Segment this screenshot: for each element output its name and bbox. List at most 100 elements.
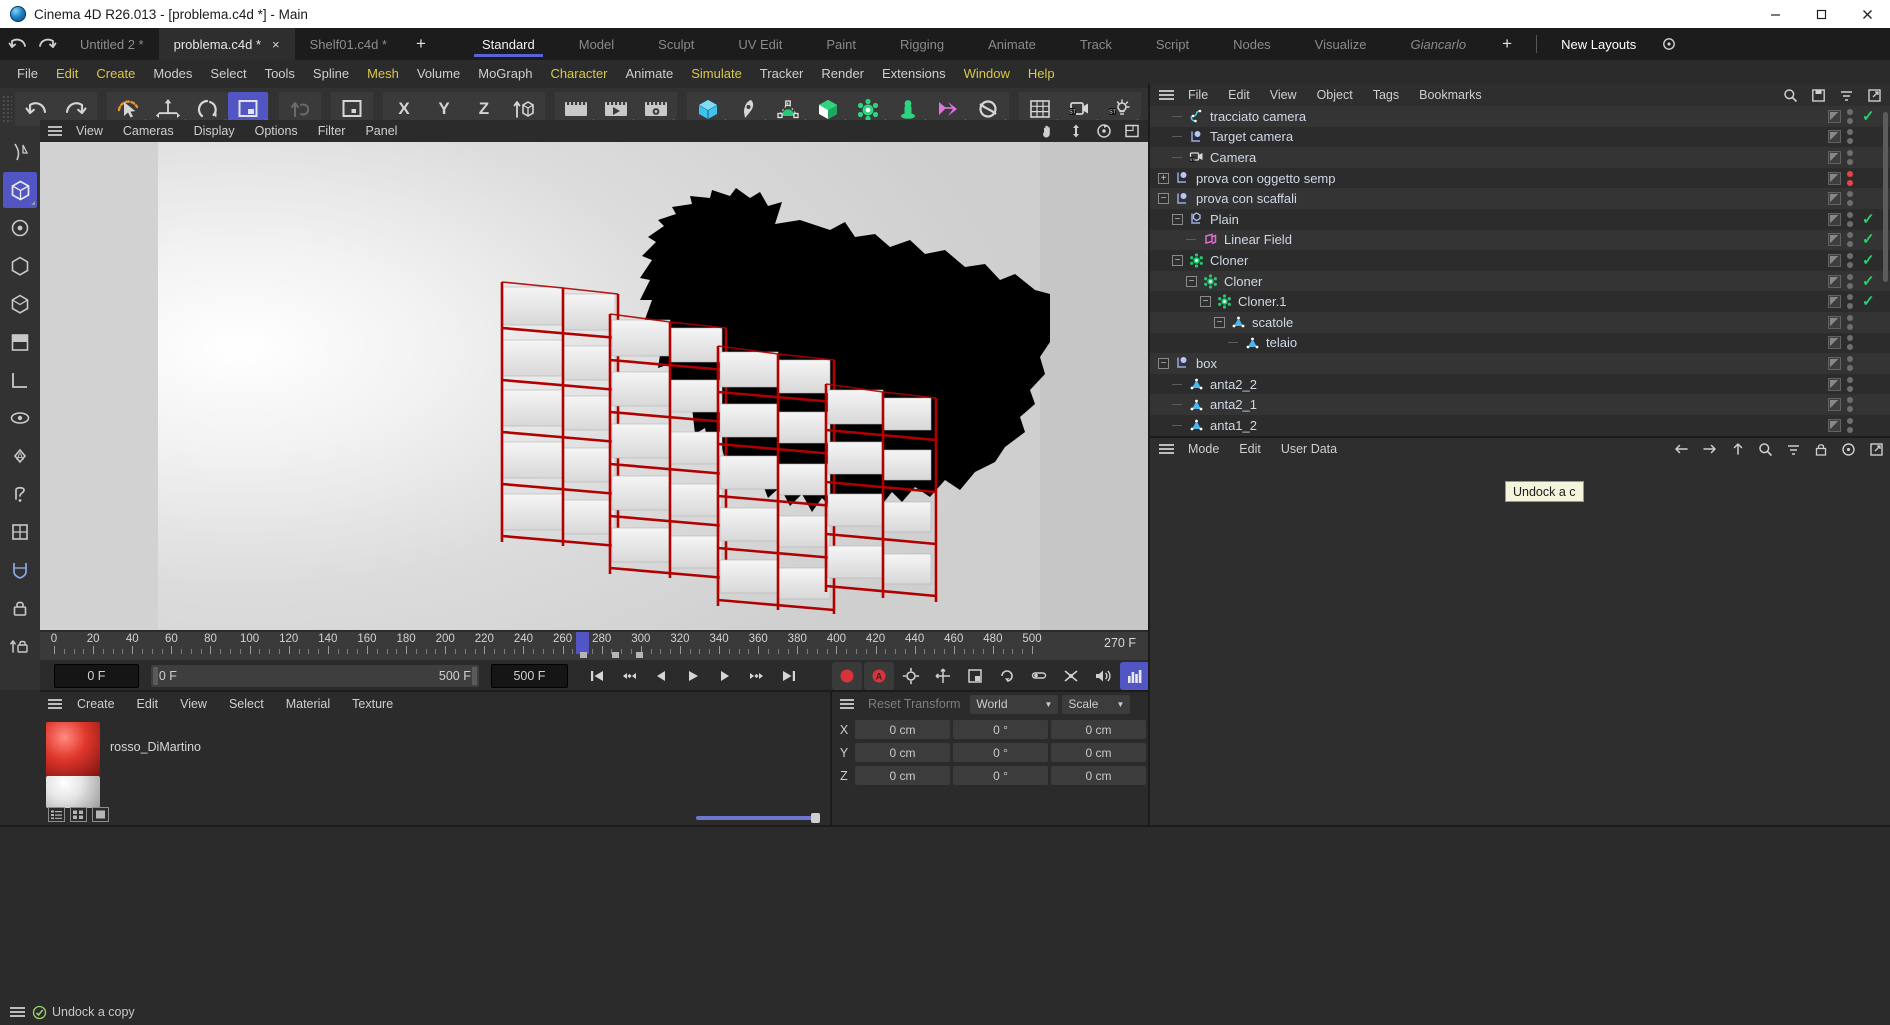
edge-mode-button[interactable]	[3, 286, 37, 322]
object-name[interactable]: tracciato camera	[1210, 109, 1306, 124]
edit-tag-icon[interactable]	[1828, 336, 1841, 350]
material-menu-material[interactable]: Material	[275, 697, 341, 711]
object-name[interactable]: Cloner.1	[1238, 294, 1286, 309]
filter-icon[interactable]	[1839, 88, 1854, 103]
menu-mesh[interactable]: Mesh	[358, 60, 408, 88]
enabled-checkmark-icon[interactable]: ✓	[1862, 232, 1878, 247]
annotation-button[interactable]	[3, 476, 37, 512]
object-menu-bookmarks[interactable]: Bookmarks	[1409, 88, 1492, 102]
expand-collapse-toggle[interactable]: −	[1172, 254, 1183, 266]
rotation-key-button[interactable]	[992, 662, 1022, 690]
render-visibility-dot[interactable]	[1847, 158, 1853, 165]
back-arrow-icon[interactable]	[1673, 442, 1689, 456]
layout-options-icon[interactable]	[1650, 28, 1688, 60]
previous-keyframe-button[interactable]	[614, 662, 644, 690]
layout-tab-rigging[interactable]: Rigging	[878, 28, 966, 60]
layout-tab-paint[interactable]: Paint	[804, 28, 878, 60]
render-visibility-dot[interactable]	[1847, 261, 1853, 268]
render-visibility-dot[interactable]	[1847, 241, 1853, 248]
editor-visibility-dot[interactable]	[1847, 232, 1853, 239]
menu-render[interactable]: Render	[812, 60, 873, 88]
large-preview-icon[interactable]	[92, 806, 109, 822]
viewport-menu-cameras[interactable]: Cameras	[113, 124, 184, 138]
menu-create[interactable]: Create	[87, 60, 144, 88]
go-to-start-button[interactable]	[582, 662, 612, 690]
render-visibility-dot[interactable]	[1847, 138, 1853, 145]
material-menu-view[interactable]: View	[169, 697, 218, 711]
material-menu-icon[interactable]	[40, 699, 66, 709]
expand-icon[interactable]	[1867, 88, 1882, 103]
position-x-field[interactable]: 0 cm	[855, 720, 950, 739]
list-view-icon[interactable]	[48, 806, 65, 822]
preview-range-slider[interactable]: 0 F 500 F	[150, 665, 479, 687]
maximize-icon[interactable]	[1798, 0, 1844, 28]
coordinate-mode-select[interactable]: Scale ▼	[1062, 694, 1131, 714]
edit-tag-icon[interactable]	[1828, 171, 1841, 185]
attribute-menu-mode[interactable]: Mode	[1178, 442, 1229, 456]
editor-visibility-dot[interactable]	[1847, 294, 1853, 301]
expand-collapse-toggle[interactable]: +	[1158, 172, 1169, 184]
menu-file[interactable]: File	[8, 60, 47, 88]
menu-select[interactable]: Select	[201, 60, 255, 88]
editor-visibility-dot[interactable]	[1847, 397, 1853, 404]
timeline-playhead[interactable]	[576, 632, 590, 654]
visibility-dots[interactable]	[1847, 252, 1856, 268]
object-row[interactable]: Target camera	[1150, 126, 1890, 148]
edit-tag-icon[interactable]	[1828, 109, 1841, 123]
layout-tab-script[interactable]: Script	[1134, 28, 1211, 60]
viewport-menu-display[interactable]: Display	[184, 124, 245, 138]
slider-knob[interactable]	[811, 813, 820, 823]
point-mode-button[interactable]	[3, 134, 37, 170]
scale-key-button[interactable]	[960, 662, 990, 690]
render-visibility-dot[interactable]	[1847, 364, 1853, 371]
edit-tag-icon[interactable]	[1828, 274, 1841, 288]
visibility-dots[interactable]	[1847, 211, 1856, 227]
object-menu-object[interactable]: Object	[1307, 88, 1363, 102]
object-row[interactable]: anta2_1	[1150, 394, 1890, 415]
grid-view-icon[interactable]	[70, 806, 87, 822]
layout-tab-track[interactable]: Track	[1058, 28, 1134, 60]
step-back-button[interactable]	[646, 662, 676, 690]
enable-axis-button[interactable]	[3, 514, 37, 550]
object-name[interactable]: telaio	[1266, 335, 1297, 350]
render-visibility-dot[interactable]	[1847, 282, 1853, 289]
next-keyframe-button[interactable]	[742, 662, 772, 690]
editor-visibility-dot[interactable]	[1847, 149, 1853, 156]
enabled-checkmark-icon[interactable]: ✓	[1862, 274, 1878, 289]
sound-button[interactable]	[1088, 662, 1118, 690]
editor-visibility-dot[interactable]	[1847, 314, 1853, 321]
panel-separator[interactable]	[0, 825, 1890, 827]
edit-tag-icon[interactable]	[1828, 315, 1841, 329]
snap-button[interactable]	[3, 552, 37, 588]
object-name[interactable]: Camera	[1210, 150, 1256, 165]
toolbar-grip[interactable]	[2, 95, 12, 123]
rotation-x-field[interactable]: 0 °	[953, 720, 1048, 739]
attribute-menu-edit[interactable]: Edit	[1229, 442, 1271, 456]
visibility-dots[interactable]	[1847, 335, 1856, 351]
menu-modes[interactable]: Modes	[144, 60, 201, 88]
pan-icon[interactable]	[1040, 123, 1056, 139]
expand-collapse-toggle[interactable]: −	[1186, 275, 1197, 287]
material-zoom-slider[interactable]	[696, 813, 820, 823]
file-tab-problema[interactable]: problema.c4d * ×	[158, 28, 295, 60]
step-forward-button[interactable]	[710, 662, 740, 690]
menu-extensions[interactable]: Extensions	[873, 60, 955, 88]
edit-tag-icon[interactable]	[1828, 295, 1841, 309]
expand-collapse-toggle[interactable]: −	[1158, 357, 1169, 369]
vertex-mode-button[interactable]	[3, 324, 37, 360]
size-x-field[interactable]: 0 cm	[1051, 720, 1146, 739]
visibility-dots[interactable]	[1847, 108, 1856, 124]
object-name[interactable]: scatole	[1252, 315, 1293, 330]
visibility-dots[interactable]	[1847, 376, 1856, 392]
visibility-dots[interactable]	[1847, 273, 1856, 289]
menu-volume[interactable]: Volume	[408, 60, 469, 88]
object-axis-mode-button[interactable]	[3, 210, 37, 246]
menu-animate[interactable]: Animate	[617, 60, 683, 88]
redo-icon[interactable]	[37, 34, 57, 54]
object-row[interactable]: anta1_2	[1150, 414, 1890, 436]
layout-tab-standard[interactable]: Standard	[460, 28, 557, 60]
attribute-menu-user-data[interactable]: User Data	[1271, 442, 1347, 456]
close-icon[interactable]	[1844, 0, 1890, 28]
viewport-menu-filter[interactable]: Filter	[308, 124, 356, 138]
position-key-button[interactable]	[928, 662, 958, 690]
